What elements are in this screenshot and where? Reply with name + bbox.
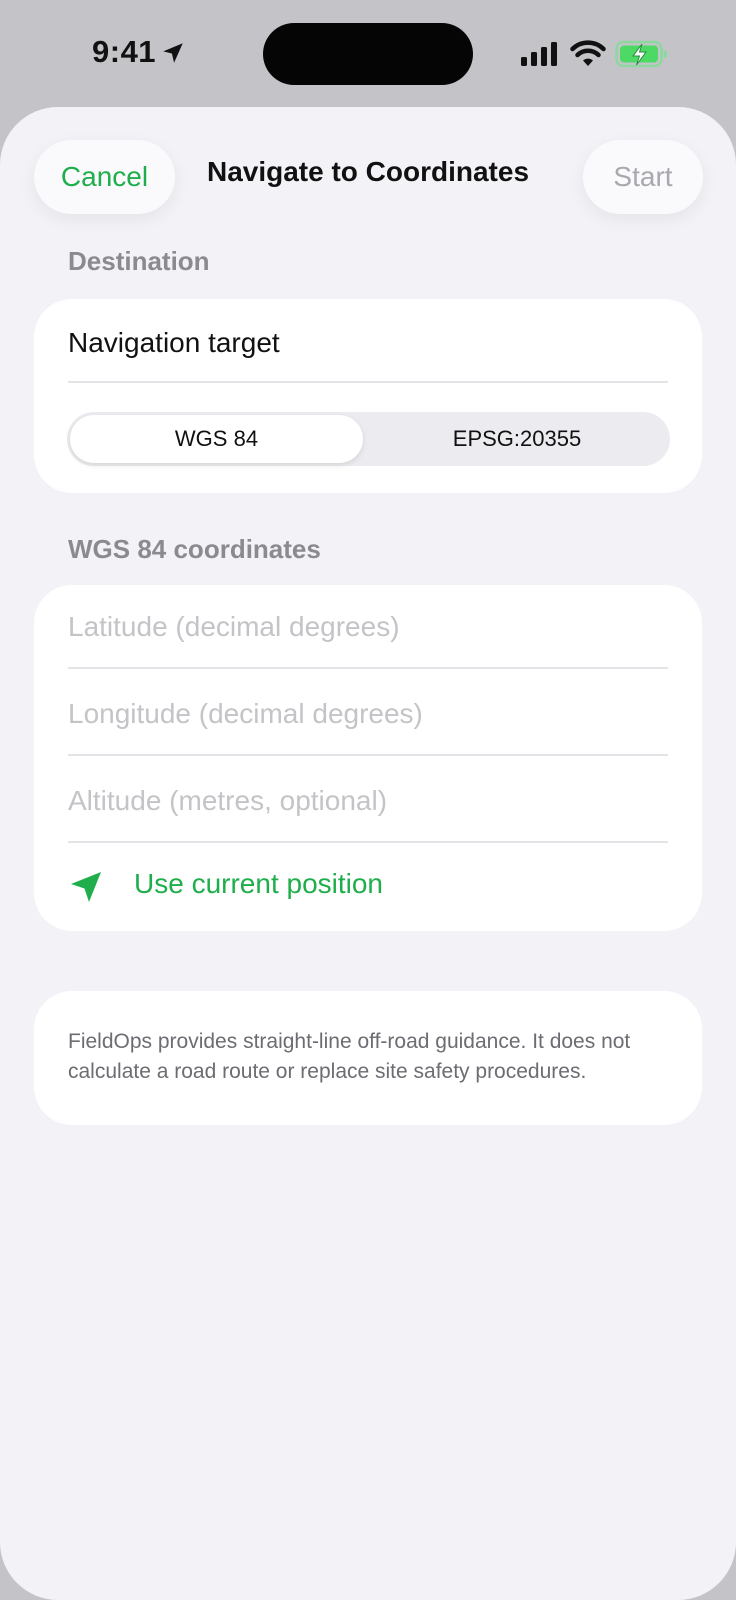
coordinates-section-header: WGS 84 coordinates <box>68 534 321 564</box>
modal-sheet: Cancel Navigate to Coordinates Start Des… <box>0 107 736 1600</box>
cellular-signal-icon <box>521 42 557 66</box>
location-arrow-icon <box>163 43 183 63</box>
divider <box>68 667 668 669</box>
status-bar: 9:41 <box>0 0 736 108</box>
divider <box>68 381 668 383</box>
destination-card: Navigation target WGS 84 EPSG:20355 <box>34 299 702 493</box>
coordinate-system-segmented-control: WGS 84 EPSG:20355 <box>67 412 670 466</box>
divider <box>68 841 668 843</box>
altitude-input[interactable]: Altitude (metres, optional) <box>68 785 387 817</box>
wifi-icon <box>570 40 606 66</box>
divider <box>68 754 668 756</box>
status-time: 9:41 <box>92 34 157 69</box>
segment-epsg20355[interactable]: EPSG:20355 <box>367 412 667 466</box>
coordinates-card: Latitude (decimal degrees) Longitude (de… <box>34 585 702 931</box>
navigation-target-label: Navigation target <box>68 327 280 358</box>
destination-section-header: Destination <box>68 246 210 276</box>
disclaimer-card: FieldOps provides straight-line off-road… <box>34 991 702 1125</box>
segment-wgs84[interactable]: WGS 84 <box>70 412 363 466</box>
battery-charging-icon <box>615 40 667 68</box>
start-button[interactable]: Start <box>583 140 703 214</box>
use-current-position-button[interactable]: Use current position <box>134 868 383 900</box>
location-arrow-icon <box>71 872 101 902</box>
latitude-input[interactable]: Latitude (decimal degrees) <box>68 611 400 643</box>
longitude-input[interactable]: Longitude (decimal degrees) <box>68 698 423 730</box>
dynamic-island <box>263 23 473 85</box>
disclaimer-text: FieldOps provides straight-line off-road… <box>68 1030 631 1083</box>
